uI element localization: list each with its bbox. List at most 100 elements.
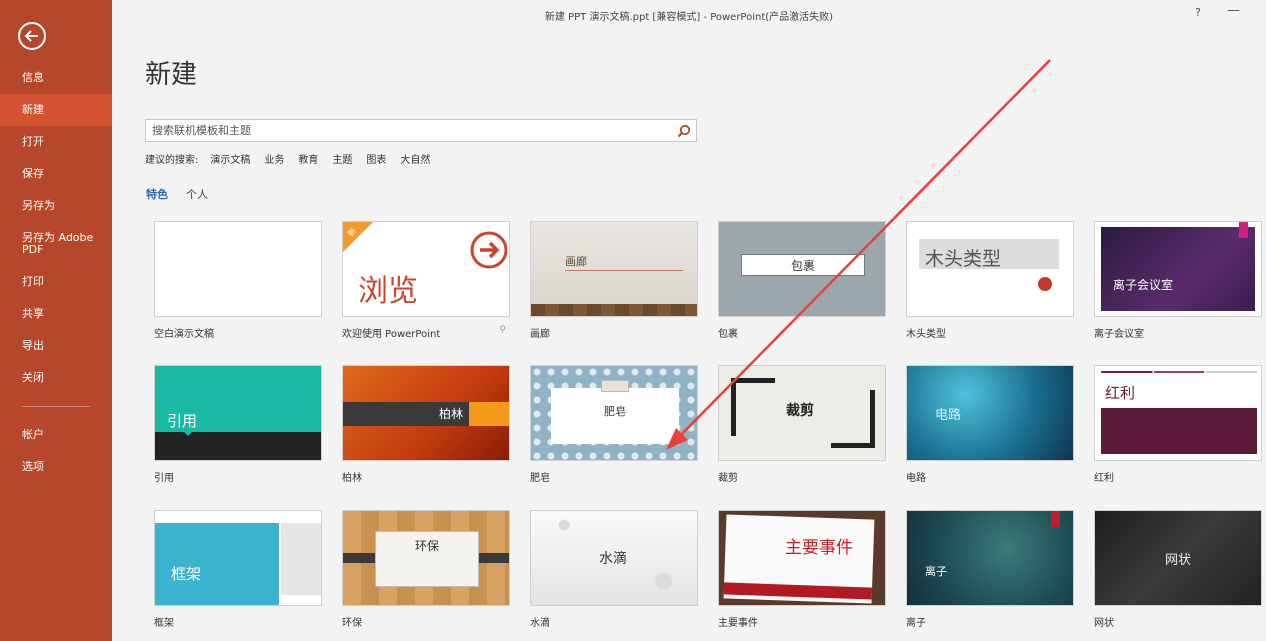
thumb-title: 裁剪 [786,403,814,419]
template-thumbnail: 框架 [154,510,322,606]
thumb-clip [601,380,629,392]
nav-item-account[interactable]: 帐户 [0,419,112,451]
tab-featured[interactable]: 特色 [146,186,168,202]
thumb-title: 红利 [1105,384,1136,402]
nav-item-open[interactable]: 打开 [0,126,112,158]
template-crop[interactable]: 裁剪 裁剪 [718,365,886,484]
template-label: 肥皂 [530,473,550,484]
template-parcel[interactable]: 包裹 包裹 [718,221,886,340]
nav-item-save-as[interactable]: 另存为 [0,190,112,222]
thumb-title: 网状 [1165,553,1192,568]
template-organic[interactable]: 环保 环保 [342,510,510,629]
template-thumbnail: 网状 [1094,510,1262,606]
nav-item-share[interactable]: 共享 [0,298,112,330]
suggested-search-nature[interactable]: 大自然 [400,151,430,166]
nav-item-close[interactable]: 关闭 [0,362,112,394]
nav-item-print[interactable]: 打印 [0,266,112,298]
template-ion-boardroom[interactable]: 离子会议室 离子会议室 [1094,221,1262,340]
template-ion[interactable]: 离子 离子 [906,510,1074,629]
template-welcome[interactable]: 新 浏览 欢迎使用 PowerPoint ⚲ [342,221,510,340]
template-label: 水滴 [530,618,550,629]
thumb-panel [1101,408,1257,454]
thumb-title: 主要事件 [785,538,853,558]
thumb-title: 电路 [935,408,962,423]
thumb-card: 环保 [375,531,479,587]
template-thumbnail: 木头类型 [906,221,1074,317]
template-thumbnail: 包裹 [718,221,886,317]
pin-icon[interactable]: ⚲ [499,325,506,335]
suggested-search-business[interactable]: 业务 [264,151,284,166]
nav-item-save[interactable]: 保存 [0,158,112,190]
template-blank[interactable]: 空白演示文稿 [154,221,322,340]
template-thumbnail: 肥皂 [530,365,698,461]
thumb-title: 柏林 [438,407,463,421]
thumb-title: 包裹 [790,259,815,273]
template-thumbnail [154,221,322,317]
template-wood-type[interactable]: 木头类型 木头类型 [906,221,1074,340]
template-dividend[interactable]: 红利 红利 [1094,365,1262,484]
template-thumbnail: 离子 [906,510,1074,606]
seal-icon [1038,277,1052,291]
template-main-event[interactable]: 主要事件 主要事件 [718,510,886,629]
template-label: 画廊 [530,329,550,340]
template-mesh[interactable]: 网状 网状 [1094,510,1262,629]
template-droplet[interactable]: 水滴 水滴 [530,510,698,629]
template-frame[interactable]: 框架 框架 [154,510,322,629]
back-arrow-icon [24,30,38,42]
template-thumbnail: 主要事件 [718,510,886,606]
template-circuit[interactable]: 电路 电路 [906,365,1074,484]
crop-mark-top-left [731,378,775,436]
thumb-title: 离子 [925,565,947,578]
thumb-title-box: 包裹 [741,254,865,276]
template-savon[interactable]: 肥皂 肥皂 [530,365,698,484]
thumb-footer [155,432,321,460]
template-thumbnail: 画廊 [530,221,698,317]
template-tabs: 特色 个人 [146,186,208,202]
thumb-underline [565,270,683,271]
thumb-band: 柏林 [343,402,469,426]
suggested-search-education[interactable]: 教育 [298,151,318,166]
thumb-title: 木头类型 [925,248,1002,270]
search-icon[interactable] [677,124,691,138]
template-label: 裁剪 [718,473,738,484]
thumb-tab [1239,222,1248,238]
thumb-side [281,523,321,595]
template-berlin[interactable]: 柏林 柏林 [342,365,510,484]
title-bar: 新建 PPT 演示文稿.ppt [兼容模式] - PowerPoint(产品激活… [112,0,1266,30]
template-thumbnail: 离子会议室 [1094,221,1262,317]
powerpoint-backstage: 信息 新建 打开 保存 另存为 另存为 Adobe PDF 打印 共享 导出 关… [0,0,1266,641]
minimize-button[interactable]: — [1227,3,1240,18]
thumb-card-band [723,582,873,600]
suggested-search-presentations[interactable]: 演示文稿 [210,151,250,166]
thumb-rule [1101,371,1257,373]
template-label: 欢迎使用 PowerPoint ⚲ [342,325,506,340]
template-search-box [145,119,697,142]
thumb-band-accent [469,402,509,426]
tab-personal[interactable]: 个人 [186,186,208,202]
template-label: 网状 [1094,618,1114,629]
suggested-search-charts[interactable]: 图表 [366,151,386,166]
wood-floor [531,304,697,316]
suggested-search-themes[interactable]: 主题 [332,151,352,166]
help-button[interactable]: ? [1195,6,1201,19]
template-gallery[interactable]: 画廊 画廊 [530,221,698,340]
template-quotable[interactable]: 引用 引用 [154,365,322,484]
template-thumbnail: 电路 [906,365,1074,461]
template-label: 离子 [906,618,926,629]
nav-item-options[interactable]: 选项 [0,451,112,483]
template-search-input[interactable] [146,120,676,141]
nav-item-new[interactable]: 新建 [0,94,112,126]
backstage-nav: 信息 新建 打开 保存 另存为 另存为 Adobe PDF 打印 共享 导出 关… [0,62,112,483]
template-label: 空白演示文稿 [154,329,214,340]
thumb-card: 肥皂 [551,388,679,444]
thumb-title: 画廊 [565,255,587,268]
nav-item-save-as-pdf[interactable]: 另存为 Adobe PDF [0,222,112,266]
suggested-searches: 建议的搜索: 演示文稿 业务 教育 主题 图表 大自然 [145,151,430,166]
template-thumbnail: 红利 [1094,365,1262,461]
thumb-title: 框架 [171,565,202,583]
back-button[interactable] [18,22,46,50]
template-label: 包裹 [718,329,738,340]
crop-mark-bottom-right [831,390,875,448]
nav-item-export[interactable]: 导出 [0,330,112,362]
nav-item-info[interactable]: 信息 [0,62,112,94]
